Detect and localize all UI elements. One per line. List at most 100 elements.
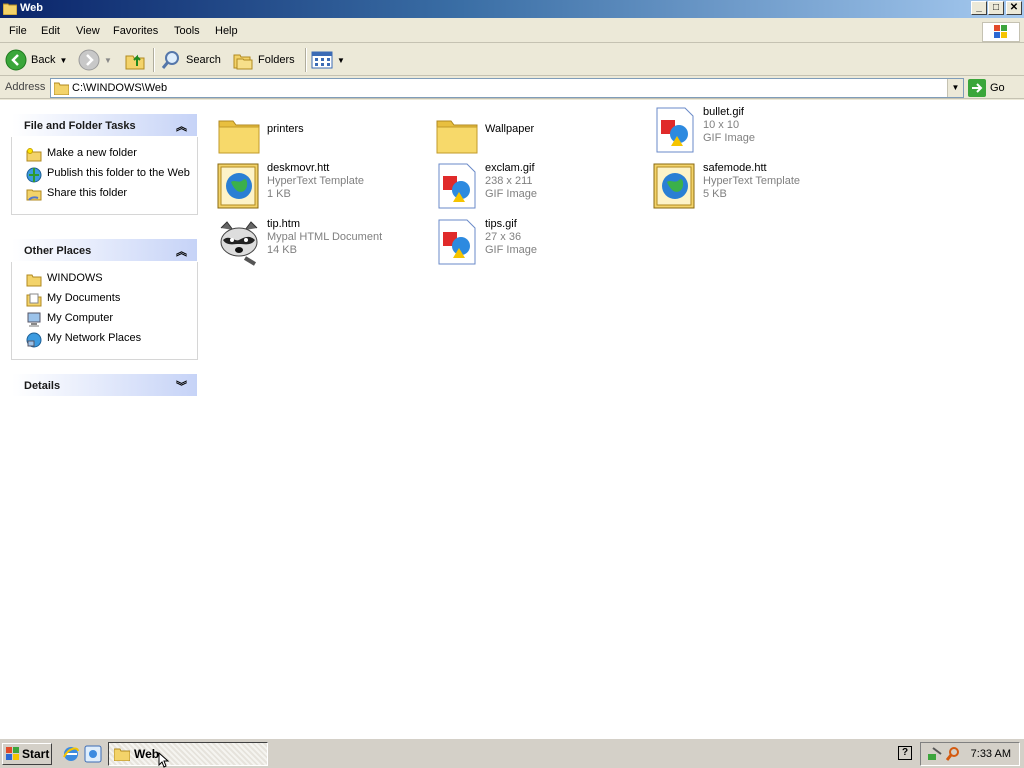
toolbar: Back ▼ ▼ Search Folders ▼ bbox=[0, 44, 1024, 76]
menu-favorites[interactable]: Favorites bbox=[113, 25, 158, 37]
menu-help[interactable]: Help bbox=[215, 25, 238, 37]
collapse-chevron-icon[interactable]: ︽ bbox=[176, 118, 187, 134]
mouse-cursor-icon bbox=[158, 752, 170, 768]
back-button[interactable]: Back ▼ bbox=[5, 47, 67, 73]
back-dropdown-icon[interactable]: ▼ bbox=[59, 56, 67, 65]
mypal-raccoon-icon bbox=[220, 221, 258, 266]
panel-title: File and Folder Tasks bbox=[24, 120, 136, 132]
back-arrow-icon bbox=[5, 49, 27, 71]
network-tray-icon[interactable] bbox=[927, 746, 943, 762]
file-type: HyperText Template bbox=[267, 175, 365, 187]
start-button[interactable]: Start bbox=[2, 743, 52, 765]
task-label: Publish this folder to the Web bbox=[47, 167, 190, 179]
file-item-safemode-htt[interactable]: safemode.htt HyperText Template 5 KB bbox=[651, 162, 861, 212]
place-windows[interactable]: WINDOWS bbox=[12, 269, 197, 289]
task-publish-folder[interactable]: Publish this folder to the Web bbox=[12, 164, 197, 184]
file-name: tip.htm bbox=[267, 218, 301, 230]
forward-dropdown-icon[interactable]: ▼ bbox=[104, 56, 112, 65]
file-size: 5 KB bbox=[703, 188, 727, 200]
folder-icon bbox=[54, 82, 69, 95]
maximize-button[interactable]: □ bbox=[988, 1, 1004, 15]
address-dropdown-icon[interactable]: ▼ bbox=[947, 79, 963, 97]
file-dimensions: 27 x 36 bbox=[485, 231, 522, 243]
file-dimensions: 238 x 211 bbox=[485, 175, 533, 187]
folders-button[interactable]: Folders bbox=[232, 47, 295, 73]
system-tray: 7:33 AM bbox=[920, 742, 1020, 766]
panel-header[interactable]: Other Places ︽ bbox=[11, 238, 198, 262]
search-icon bbox=[161, 51, 179, 69]
back-label: Back bbox=[31, 54, 56, 66]
collapse-chevron-icon[interactable]: ︽ bbox=[176, 243, 187, 259]
share-folder-icon bbox=[26, 189, 42, 201]
file-type: GIF Image bbox=[485, 188, 537, 200]
file-item-tip-htm[interactable]: tip.htm Mypal HTML Document 14 KB bbox=[215, 218, 425, 268]
views-dropdown-icon[interactable]: ▼ bbox=[337, 56, 345, 65]
search-button[interactable]: Search bbox=[160, 47, 221, 73]
address-value: C:\WINDOWS\Web bbox=[72, 82, 168, 94]
minimize-button[interactable]: _ bbox=[971, 1, 987, 15]
address-label: Address bbox=[5, 81, 46, 93]
file-item-bullet-gif[interactable]: bullet.gif 10 x 10 GIF Image bbox=[651, 106, 861, 156]
forward-arrow-icon bbox=[78, 49, 100, 71]
network-places-icon bbox=[26, 332, 42, 348]
views-button[interactable]: ▼ bbox=[311, 47, 345, 73]
up-folder-button[interactable] bbox=[124, 47, 146, 73]
folder-icon bbox=[436, 120, 478, 154]
search-label: Search bbox=[186, 54, 221, 66]
window-title: Web bbox=[20, 2, 44, 14]
taskbar: Start Web ? 7:33 AM bbox=[0, 738, 1024, 768]
title-bar: Web _ □ ✕ bbox=[0, 0, 1024, 18]
place-my-documents[interactable]: My Documents bbox=[12, 289, 197, 309]
panel-header[interactable]: Details ︾ bbox=[11, 373, 198, 397]
menu-edit[interactable]: Edit bbox=[41, 25, 60, 37]
task-label: Make a new folder bbox=[47, 147, 137, 159]
menu-bar: File Edit View Favorites Tools Help bbox=[0, 20, 1024, 43]
folders-label: Folders bbox=[258, 54, 295, 66]
search-tray-icon[interactable] bbox=[945, 746, 961, 762]
windows-logo-icon bbox=[982, 22, 1020, 42]
gif-image-icon bbox=[438, 219, 476, 265]
task-share-folder[interactable]: Share this folder bbox=[12, 184, 197, 204]
file-name: deskmovr.htt bbox=[267, 162, 330, 174]
file-dimensions: 10 x 10 bbox=[703, 119, 740, 131]
quick-launch-icon[interactable] bbox=[84, 745, 102, 763]
views-icon bbox=[311, 51, 333, 69]
forward-button[interactable]: ▼ bbox=[78, 47, 112, 73]
hypertext-template-icon bbox=[217, 163, 259, 209]
taskbar-window-web[interactable]: Web bbox=[108, 742, 268, 766]
file-item-deskmovr-htt[interactable]: deskmovr.htt HyperText Template 1 KB bbox=[215, 162, 425, 212]
my-computer-icon bbox=[27, 312, 41, 327]
start-label: Start bbox=[22, 747, 50, 761]
close-button[interactable]: ✕ bbox=[1006, 1, 1022, 15]
place-label: My Computer bbox=[47, 312, 114, 324]
file-type: Mypal HTML Document bbox=[267, 231, 383, 243]
place-label: My Documents bbox=[47, 292, 121, 304]
menu-tools[interactable]: Tools bbox=[174, 25, 200, 37]
clock: 7:33 AM bbox=[970, 748, 1011, 760]
menu-view[interactable]: View bbox=[76, 25, 100, 37]
file-item-tips-gif[interactable]: tips.gif 27 x 36 GIF Image bbox=[433, 218, 643, 268]
panel-header[interactable]: File and Folder Tasks ︽ bbox=[11, 113, 198, 137]
folders-icon bbox=[233, 54, 253, 70]
file-name: bullet.gif bbox=[703, 106, 744, 118]
file-type: GIF Image bbox=[485, 244, 537, 256]
file-item-exclam-gif[interactable]: exclam.gif 238 x 211 GIF Image bbox=[433, 162, 643, 212]
file-item-printers[interactable]: printers bbox=[215, 111, 425, 161]
place-my-network-places[interactable]: My Network Places bbox=[12, 329, 197, 349]
address-bar: Address C:\WINDOWS\Web ▼ Go bbox=[0, 77, 1024, 99]
task-make-new-folder[interactable]: Make a new folder bbox=[12, 144, 197, 164]
task-label: Web bbox=[134, 747, 160, 761]
address-input[interactable]: C:\WINDOWS\Web ▼ bbox=[50, 78, 964, 98]
help-icon[interactable]: ? bbox=[898, 746, 912, 760]
place-my-computer[interactable]: My Computer bbox=[12, 309, 197, 329]
go-button[interactable]: Go bbox=[968, 79, 1005, 97]
up-folder-icon bbox=[125, 54, 145, 70]
folder-icon bbox=[26, 274, 42, 287]
file-item-wallpaper[interactable]: Wallpaper bbox=[433, 111, 643, 161]
menu-file[interactable]: File bbox=[9, 25, 27, 37]
expand-chevron-icon[interactable]: ︾ bbox=[176, 378, 187, 394]
new-folder-icon bbox=[26, 148, 42, 162]
internet-explorer-icon[interactable] bbox=[62, 745, 80, 763]
gif-image-icon bbox=[438, 163, 476, 209]
panel-title: Other Places bbox=[24, 245, 92, 257]
